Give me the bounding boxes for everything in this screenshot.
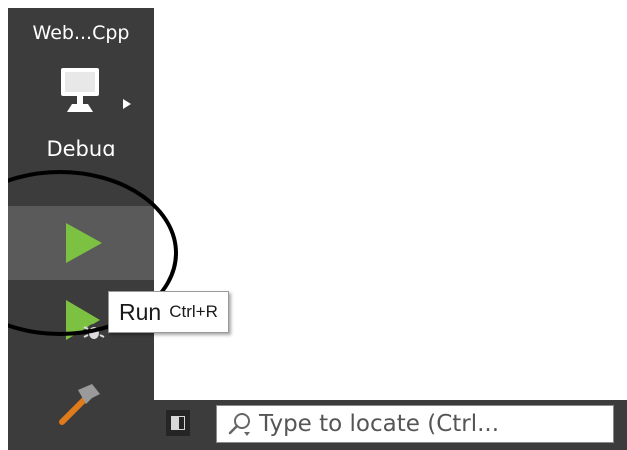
build-config-label: Debug — [46, 137, 116, 156]
project-name[interactable]: Web...Cpp — [8, 22, 154, 44]
locator-input[interactable] — [259, 411, 609, 437]
locator-field[interactable] — [216, 405, 614, 443]
tooltip-shortcut: Ctrl+R — [169, 302, 218, 321]
hammer-icon[interactable] — [56, 380, 104, 428]
search-icon — [228, 413, 250, 436]
run-button[interactable] — [8, 206, 154, 280]
run-tooltip: Run Ctrl+R — [108, 291, 229, 333]
sidebar-toggle-icon[interactable] — [166, 410, 190, 436]
ide-window: Web...Cpp Debug Run Ctrl+R Type to locat… — [8, 8, 627, 450]
debug-play-icon[interactable] — [64, 298, 110, 344]
toggle-pane-left — [171, 416, 178, 430]
play-icon — [66, 223, 102, 263]
mode-sidebar: Web...Cpp Debug — [8, 8, 154, 450]
tooltip-label: Run — [119, 298, 162, 325]
toggle-pane-right — [178, 416, 185, 430]
monitor-icon[interactable] — [58, 66, 102, 114]
status-bar — [154, 400, 627, 450]
chevron-right-icon[interactable] — [122, 98, 132, 110]
